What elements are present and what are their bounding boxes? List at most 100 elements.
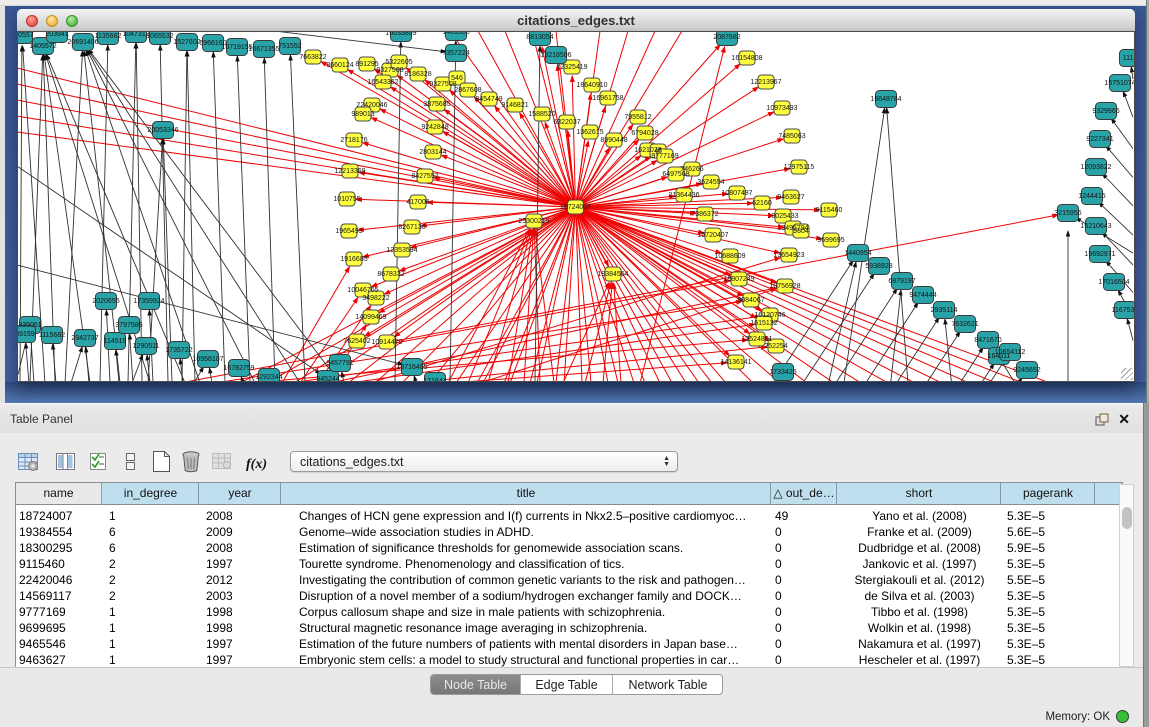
svg-text:7663822: 7663822 xyxy=(299,54,326,61)
svg-text:10914479: 10914479 xyxy=(371,339,402,346)
svg-text:16154808: 16154808 xyxy=(731,55,762,62)
svg-text:7955812: 7955812 xyxy=(624,114,651,121)
svg-text:8186328: 8186328 xyxy=(404,71,431,78)
svg-text:2867608: 2867608 xyxy=(454,87,481,94)
svg-text:10688609: 10688609 xyxy=(714,253,745,260)
svg-text:1527602: 1527602 xyxy=(173,39,200,46)
svg-text:25300215: 25300215 xyxy=(518,218,549,225)
svg-text:16782759: 16782759 xyxy=(223,365,254,372)
svg-text:9777169: 9777169 xyxy=(651,153,678,160)
svg-text:751552: 751552 xyxy=(278,43,301,50)
svg-text:5938928: 5938928 xyxy=(865,263,892,270)
svg-text:546: 546 xyxy=(451,75,463,82)
svg-text:140557: 140557 xyxy=(18,32,34,39)
svg-text:8454749: 8454749 xyxy=(475,96,502,103)
svg-text:1733426: 1733426 xyxy=(769,369,796,376)
svg-text:417006: 417006 xyxy=(406,199,429,206)
svg-text:9463627: 9463627 xyxy=(777,194,804,201)
svg-text:3797586: 3797586 xyxy=(115,322,142,329)
svg-text:15692971: 15692971 xyxy=(1084,251,1115,258)
svg-text:20691406: 20691406 xyxy=(67,39,98,46)
svg-text:8660124: 8660124 xyxy=(326,62,353,69)
svg-text:20053346: 20053346 xyxy=(147,127,178,134)
svg-text:8267130: 8267130 xyxy=(398,224,425,231)
svg-text:989013: 989013 xyxy=(351,111,374,118)
svg-text:1362615: 1362615 xyxy=(576,129,603,136)
svg-text:8813054: 8813054 xyxy=(526,34,553,41)
svg-text:1167534: 1167534 xyxy=(1112,307,1134,314)
svg-text:13654923: 13654923 xyxy=(773,252,804,259)
svg-text:1290511: 1290511 xyxy=(133,343,160,350)
svg-text:16033809: 16033809 xyxy=(385,32,416,37)
svg-text:62160: 62160 xyxy=(752,200,772,207)
svg-text:6322037: 6322037 xyxy=(553,119,580,126)
svg-text:891295: 891295 xyxy=(355,61,378,68)
svg-text:6794028: 6794028 xyxy=(631,130,658,137)
svg-text:2718176: 2718176 xyxy=(340,137,367,144)
svg-text:2942737: 2942737 xyxy=(71,335,98,342)
svg-text:15751074: 15751074 xyxy=(1104,80,1134,87)
svg-text:2935114: 2935114 xyxy=(931,307,958,314)
svg-text:12093822: 12093822 xyxy=(1080,164,1111,171)
svg-text:10671355: 10671355 xyxy=(248,46,279,53)
svg-text:9245652: 9245652 xyxy=(1013,367,1040,374)
svg-text:3498222: 3498222 xyxy=(362,295,389,302)
svg-text:1615132: 1615132 xyxy=(750,320,777,327)
svg-text:9457791: 9457791 xyxy=(326,360,353,367)
svg-text:21364436: 21364436 xyxy=(668,192,699,199)
svg-text:16120746: 16120746 xyxy=(754,312,785,319)
svg-text:18724007: 18724007 xyxy=(560,204,591,211)
svg-text:7632621: 7632621 xyxy=(951,321,978,328)
svg-text:5322605: 5322605 xyxy=(385,59,412,66)
svg-text:17359924: 17359924 xyxy=(133,298,164,305)
svg-text:f(x): f(x) xyxy=(246,457,267,472)
svg-text:19218506: 19218506 xyxy=(540,52,571,59)
svg-text:17016504: 17016504 xyxy=(1098,279,1129,286)
svg-text:6879197: 6879197 xyxy=(888,278,915,285)
svg-text:10807487: 10807487 xyxy=(721,190,752,197)
svg-text:1112: 1112 xyxy=(1123,55,1134,62)
svg-text:18640910: 18640910 xyxy=(576,82,607,89)
svg-text:1065532: 1065532 xyxy=(146,33,173,40)
svg-text:7357224: 7357224 xyxy=(442,50,469,57)
svg-text:13524851: 13524851 xyxy=(741,336,772,343)
svg-text:10025433: 10025433 xyxy=(767,213,798,220)
svg-text:1010755: 1010755 xyxy=(333,196,360,203)
svg-text:114519: 114519 xyxy=(104,338,127,345)
svg-text:9242848: 9242848 xyxy=(421,124,448,131)
svg-text:9327508: 9327508 xyxy=(429,81,456,88)
svg-text:1244415: 1244415 xyxy=(1078,193,1105,200)
svg-text:16210643: 16210643 xyxy=(1080,223,1111,230)
svg-text:16543362: 16543362 xyxy=(367,79,398,86)
svg-text:1115682: 1115682 xyxy=(39,332,65,339)
svg-text:7485063: 7485063 xyxy=(778,133,805,140)
svg-text:12975115: 12975115 xyxy=(784,164,815,171)
svg-text:2803144: 2803144 xyxy=(419,149,446,156)
svg-text:10973493: 10973493 xyxy=(766,105,797,112)
svg-text:3624554: 3624554 xyxy=(697,179,724,186)
svg-text:1135662: 1135662 xyxy=(95,33,122,40)
svg-text:1405572: 1405572 xyxy=(29,43,56,50)
svg-text:8678332: 8678332 xyxy=(377,271,404,278)
svg-text:12213967: 12213967 xyxy=(750,79,781,86)
svg-text:9804: 9804 xyxy=(793,228,809,235)
svg-text:9227341: 9227341 xyxy=(1086,136,1113,143)
svg-text:8427552: 8427552 xyxy=(411,173,438,180)
svg-text:2087682: 2087682 xyxy=(713,34,740,41)
svg-text:16648784: 16648784 xyxy=(870,96,901,103)
svg-text:19384554: 19384554 xyxy=(597,271,628,278)
svg-text:203941: 203941 xyxy=(45,32,68,38)
svg-text:10756928: 10756928 xyxy=(769,283,800,290)
svg-text:12325419: 12325419 xyxy=(556,64,587,71)
svg-text:252254: 252254 xyxy=(764,343,787,350)
svg-text:12213369: 12213369 xyxy=(334,168,365,175)
svg-text:1965493: 1965493 xyxy=(335,228,362,235)
svg-text:3215955: 3215955 xyxy=(1054,210,1081,217)
svg-text:9329966: 9329966 xyxy=(1092,108,1119,115)
svg-text:171644: 171644 xyxy=(423,378,446,381)
svg-text:9146821: 9146821 xyxy=(501,102,528,109)
svg-text:15720407: 15720407 xyxy=(697,232,728,239)
svg-text:945244: 945244 xyxy=(316,376,339,381)
svg-text:39159: 39159 xyxy=(18,331,35,338)
svg-text:7625402: 7625402 xyxy=(343,338,370,345)
